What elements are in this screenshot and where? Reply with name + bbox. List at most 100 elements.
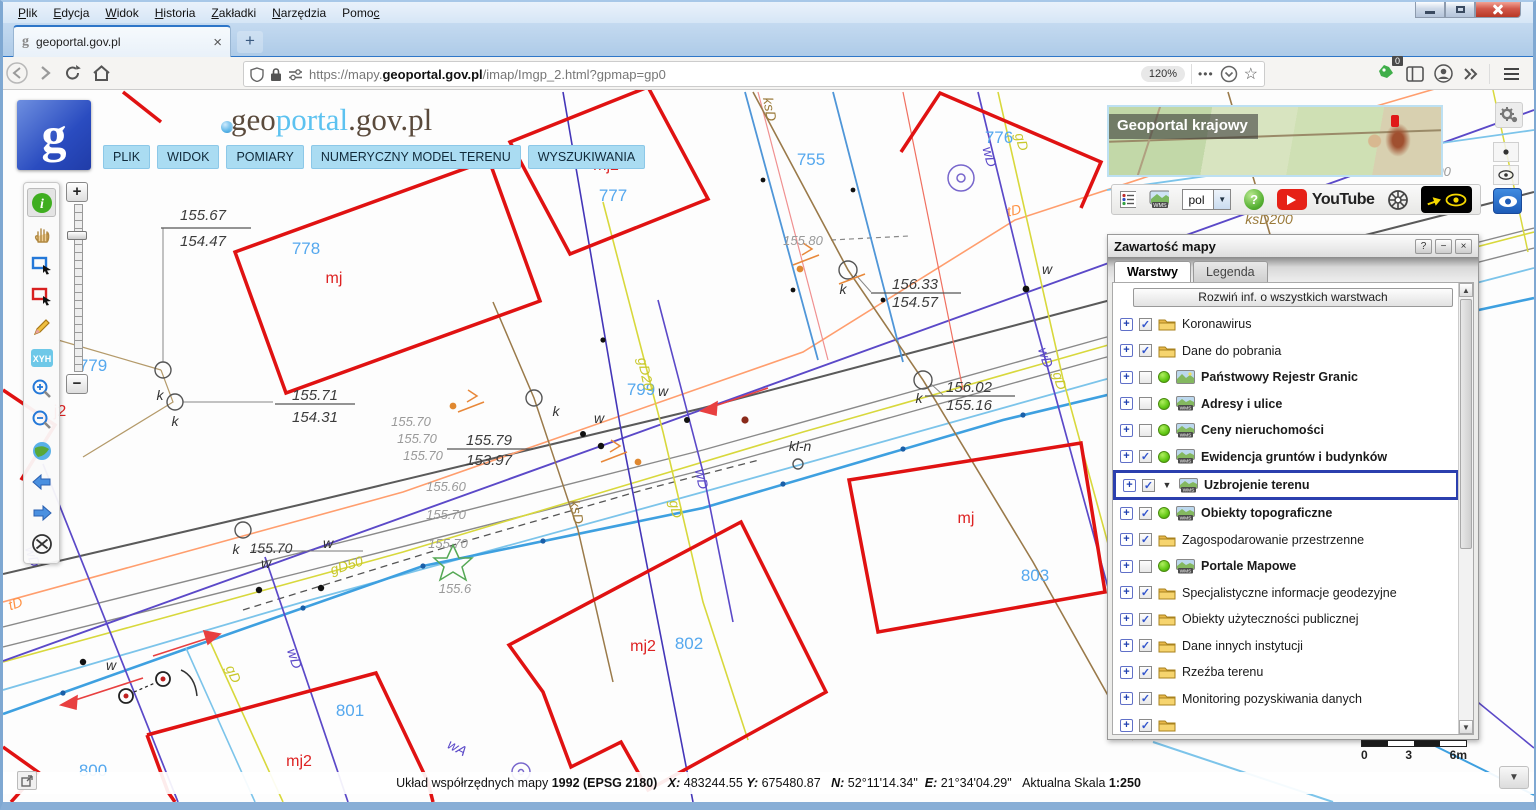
forward-button[interactable] <box>31 59 59 87</box>
maximize-button[interactable] <box>1445 2 1475 18</box>
expand-icon[interactable]: + <box>1120 397 1133 410</box>
zoom-slider-minus-button[interactable]: − <box>66 374 88 394</box>
layer-row-dane-do-pobrania[interactable]: +✓Dane do pobrania <box>1113 338 1473 365</box>
xyh-coordinates-tool-button[interactable]: XYH <box>27 343 56 372</box>
layer-row-monitoring-pozyskiwania-danych[interactable]: +✓Monitoring pozyskiwania danych <box>1113 686 1473 713</box>
reload-button[interactable] <box>59 59 87 87</box>
home-button[interactable] <box>87 59 115 87</box>
layer-checkbox[interactable]: ✓ <box>1139 613 1152 626</box>
layer-row-specjalistyczne-informacje-geodezyjne[interactable]: +✓Specjalistyczne informacje geodezyjne <box>1113 580 1473 607</box>
menu-hamburger-icon[interactable] <box>1500 64 1523 84</box>
expand-icon[interactable]: + <box>1120 533 1133 546</box>
zoom-slider-handle[interactable] <box>67 231 87 240</box>
address-bar[interactable]: https://mapy.geoportal.gov.pl/imap/Imgp_… <box>243 61 1265 87</box>
settings-button[interactable] <box>1495 102 1523 128</box>
page-actions-icon[interactable]: ••• <box>1198 67 1214 81</box>
expand-icon[interactable]: + <box>1120 318 1133 331</box>
expand-icon[interactable]: + <box>1120 613 1133 626</box>
layer-checkbox[interactable]: ✓ <box>1139 450 1152 463</box>
layer-row-obiekty-użyteczności-publicznej[interactable]: +✓Obiekty użyteczności publicznej <box>1113 606 1473 633</box>
layer-checkbox[interactable]: ✓ <box>1139 533 1152 546</box>
expand-icon[interactable]: + <box>1123 479 1136 492</box>
expand-icon[interactable]: + <box>1120 639 1133 652</box>
app-menu-wyszukiwania[interactable]: WYSZUKIWANIA <box>528 145 645 169</box>
visibility-button[interactable] <box>1493 165 1519 185</box>
layer-row-ewidencja-gruntów-i-budynków[interactable]: +✓WMSEwidencja gruntów i budynków <box>1113 444 1473 471</box>
panel-scrollbar[interactable]: ▲ ▼ <box>1458 283 1473 734</box>
next-view-button[interactable] <box>27 498 56 527</box>
layer-checkbox[interactable]: ✓ <box>1139 719 1152 732</box>
scrollbar-thumb[interactable] <box>1460 299 1472 549</box>
layer-row-adresy-i-ulice[interactable]: +WMSAdresy i ulice <box>1113 391 1473 418</box>
draw-tool-button[interactable] <box>27 312 56 341</box>
expand-icon[interactable]: + <box>1120 344 1133 357</box>
app-menu-plik[interactable]: PLIK <box>103 145 150 169</box>
language-select[interactable]: pol ▼ <box>1182 189 1231 210</box>
expand-icon[interactable]: + <box>1120 450 1133 463</box>
resize-corner-button[interactable] <box>17 771 37 790</box>
layer-row-zagospodarowanie-przestrzenne[interactable]: +✓Zagospodarowanie przestrzenne <box>1113 527 1473 554</box>
expand-icon[interactable]: + <box>1120 666 1133 679</box>
high-contrast-toggle[interactable] <box>1421 186 1472 213</box>
layer-row-uzbrojenie-terenu[interactable]: +✓▼WMSUzbrojenie terenu <box>1113 470 1459 500</box>
legend-list-icon[interactable] <box>1120 191 1136 208</box>
layer-checkbox[interactable]: ✓ <box>1142 479 1155 492</box>
layer-row-partial[interactable]: +✓ <box>1113 712 1473 735</box>
pan-tool-button[interactable] <box>27 219 56 248</box>
menu-item-narzędzia[interactable]: Narzędzia <box>265 4 333 22</box>
layer-checkbox[interactable] <box>1139 424 1152 437</box>
menu-item-plik[interactable]: Plik <box>11 4 44 22</box>
zoom-slider-plus-button[interactable]: + <box>66 182 88 202</box>
expand-icon[interactable]: + <box>1120 424 1133 437</box>
accessibility-wheel-icon[interactable] <box>1387 189 1408 211</box>
layer-checkbox[interactable]: ✓ <box>1139 639 1152 652</box>
back-button[interactable] <box>3 59 31 87</box>
layer-checkbox[interactable] <box>1139 371 1152 384</box>
scroll-down-icon[interactable]: ▼ <box>1459 720 1473 734</box>
tab-geoportal[interactable]: g geoportal.gov.pl × <box>13 25 231 57</box>
layer-row-koronawirus[interactable]: +✓Koronawirus <box>1113 311 1473 338</box>
zoom-out-tool-button[interactable] <box>27 405 56 434</box>
layer-checkbox[interactable]: ✓ <box>1139 692 1152 705</box>
full-extent-button[interactable] <box>27 436 56 465</box>
new-tab-button[interactable]: + <box>237 31 263 53</box>
app-menu-numeryczny-model-terenu[interactable]: NUMERYCZNY MODEL TERENU <box>311 145 521 169</box>
layer-row-dane-innych-instytucji[interactable]: +✓Dane innych instytucji <box>1113 633 1473 660</box>
pocket-icon[interactable] <box>1220 65 1238 83</box>
expand-icon[interactable]: + <box>1120 560 1133 573</box>
bookmark-star-icon[interactable]: ☆ <box>1244 64 1258 84</box>
clear-selection-button[interactable] <box>27 529 56 558</box>
view-mode-button[interactable] <box>1493 188 1522 214</box>
zoom-slider-track[interactable] <box>74 204 83 372</box>
panel-tab-legenda[interactable]: Legenda <box>1193 261 1268 282</box>
layer-checkbox[interactable]: ✓ <box>1139 586 1152 599</box>
layer-checkbox[interactable]: ✓ <box>1139 344 1152 357</box>
minimize-button[interactable] <box>1415 2 1445 18</box>
expand-icon[interactable]: + <box>1120 719 1133 732</box>
identify-tool-button[interactable]: i <box>27 188 56 217</box>
wms-services-icon[interactable]: WMS <box>1149 190 1170 209</box>
close-button[interactable] <box>1475 2 1521 18</box>
menu-item-zakładki[interactable]: Zakładki <box>204 4 263 22</box>
app-menu-pomiary[interactable]: POMIARY <box>226 145 303 169</box>
menu-item-edycja[interactable]: Edycja <box>46 4 96 22</box>
layer-checkbox[interactable] <box>1139 397 1152 410</box>
layer-row-portale-mapowe[interactable]: +WMSPortale Mapowe <box>1113 553 1473 580</box>
panel-tab-warstwy[interactable]: Warstwy <box>1114 261 1191 282</box>
extension-button[interactable]: 0 <box>1376 61 1396 86</box>
menu-item-widok[interactable]: Widok <box>98 4 145 22</box>
layer-checkbox[interactable]: ✓ <box>1139 318 1152 331</box>
overview-map[interactable]: Geoportal krajowy <box>1107 105 1443 177</box>
layer-row-ceny-nieruchomości[interactable]: +WMSCeny nieruchomości <box>1113 417 1473 444</box>
expand-all-layers-button[interactable]: Rozwiń inf. o wszystkich warstwach <box>1133 288 1453 307</box>
menu-item-pomoc[interactable]: Pomoc <box>335 4 386 22</box>
expand-icon[interactable]: + <box>1120 371 1133 384</box>
geoportal-logo[interactable]: g <box>17 100 91 170</box>
menu-item-historia[interactable]: Historia <box>148 4 203 22</box>
layer-row-państwowy-rejestr-granic[interactable]: +Państwowy Rejestr Granic <box>1113 364 1473 391</box>
layer-row-obiekty-topograficzne[interactable]: +✓WMSObiekty topograficzne <box>1113 500 1473 527</box>
expand-icon[interactable]: + <box>1120 692 1133 705</box>
panel-close-button[interactable]: × <box>1455 239 1472 254</box>
previous-view-button[interactable] <box>27 467 56 496</box>
expand-icon[interactable]: + <box>1120 507 1133 520</box>
